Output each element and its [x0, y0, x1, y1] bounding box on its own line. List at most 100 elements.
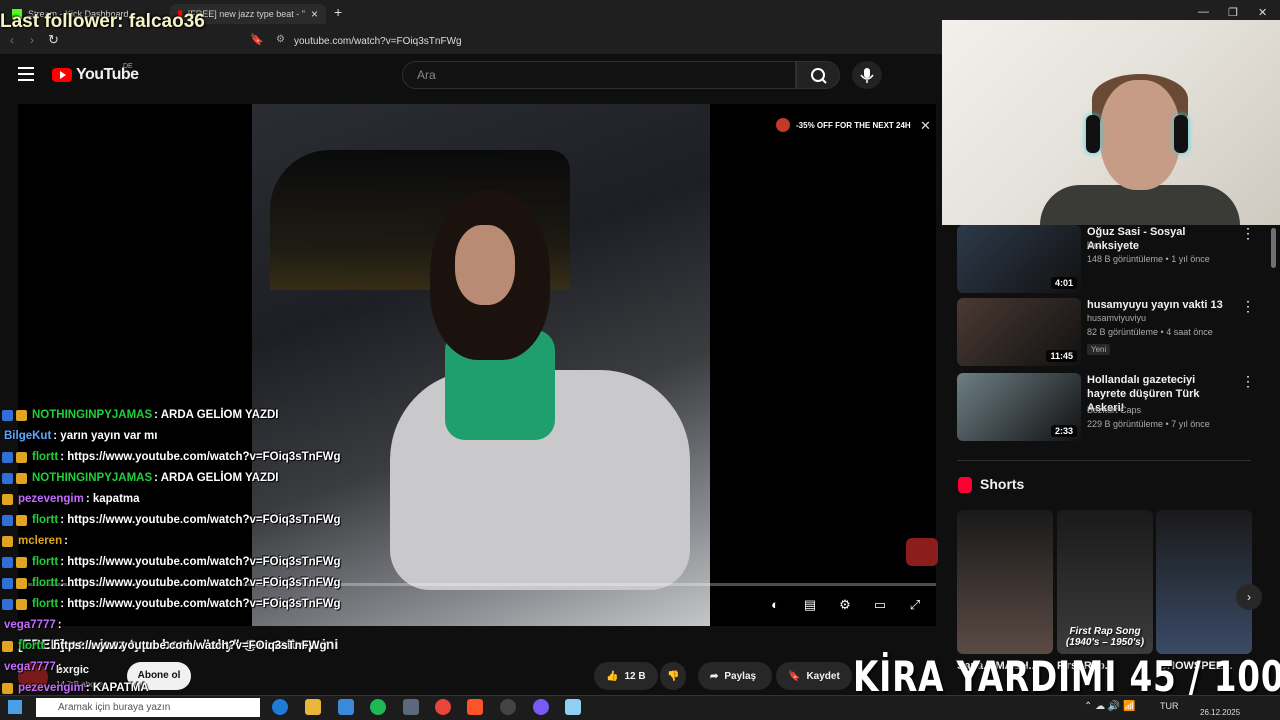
chat-badge-icon	[2, 682, 13, 694]
subtitles-icon[interactable]: ▤	[800, 597, 820, 613]
chat-badge-icon	[2, 640, 13, 652]
sidebar-scrollbar[interactable]	[1271, 228, 1276, 268]
settings-gear-icon[interactable]: ⚙	[835, 597, 855, 613]
back-icon[interactable]: ‹	[10, 33, 14, 47]
promo-close-icon[interactable]: ✕	[920, 118, 931, 134]
like-button[interactable]: 👍 12 B	[594, 662, 658, 690]
chat-username: BilgeKut	[4, 430, 52, 442]
chat-badge-icon	[2, 535, 13, 547]
chat-username: flortt	[32, 556, 59, 568]
chat-text: : https://www.youtube.com/watch?v=FOiq3s…	[60, 514, 341, 526]
recommended-video[interactable]: 2:33 Hollandalı gazeteciyi hayrete düşüre…	[957, 373, 1267, 443]
chrome-icon[interactable]	[435, 699, 451, 715]
video-duration: 11:45	[1046, 350, 1077, 362]
edge-browser-icon[interactable]	[272, 699, 288, 715]
url-field[interactable]: ⚙ youtube.com/watch?v=FOiq3sTnFWg	[270, 30, 950, 52]
spotify-icon[interactable]	[370, 699, 386, 715]
chat-text: : ARDA GELİOM YAZDI	[154, 409, 279, 421]
taskbar-date[interactable]: 26.12.2025	[1200, 708, 1240, 717]
calculator-icon[interactable]	[403, 699, 419, 715]
chat-message: flortt : https://www.youtube.com/watch?v…	[2, 577, 341, 589]
chat-text: : yarın yayın var mı	[53, 430, 158, 442]
chat-message: pezevengim : kapatma	[2, 493, 140, 505]
microphone-icon	[860, 68, 874, 83]
store-icon[interactable]	[338, 699, 354, 715]
chat-text: : https://www.youtube.com/watch?v=FOiq3s…	[60, 556, 341, 568]
close-tab-icon[interactable]: ×	[311, 7, 318, 21]
windows-start-icon[interactable]	[8, 700, 22, 714]
chat-text: : https://www.youtube.com/watch?v=FOiq3s…	[60, 451, 341, 463]
chat-username: mcleren	[18, 535, 63, 547]
brave-icon[interactable]	[467, 699, 483, 715]
dislike-button[interactable]: 👎	[660, 662, 686, 690]
youtube-play-icon	[52, 68, 72, 82]
chat-badge-icon	[2, 493, 13, 505]
video-thumbnail[interactable]: 2:33	[957, 373, 1081, 441]
chat-text: : https://www.youtube.com/watch?v=FOiq3s…	[46, 640, 327, 652]
chat-badge-icon	[2, 451, 13, 463]
share-button[interactable]: ➦ Paylaş	[698, 662, 772, 690]
chat-badge-icon	[2, 598, 13, 610]
notes-icon[interactable]	[565, 699, 581, 715]
system-tray-icons[interactable]: ⌃ ☁ 🔊 📶	[1084, 701, 1136, 712]
video-channel[interactable]: luci	[1087, 240, 1101, 250]
search-button[interactable]	[796, 61, 840, 89]
short-caption: First Rap Song (1940's – 1950's)	[1065, 626, 1145, 648]
close-window-button[interactable]: ✕	[1258, 6, 1267, 19]
short-thumbnail[interactable]	[957, 510, 1053, 654]
video-watermark-logo	[906, 538, 938, 566]
minimize-button[interactable]: —	[1198, 6, 1209, 18]
language-indicator[interactable]: TUR	[1160, 701, 1179, 711]
new-tab-button[interactable]: +	[334, 4, 342, 20]
region-code: DE	[123, 63, 133, 70]
short-thumbnail[interactable]: First Rap Song (1940's – 1950's)	[1057, 510, 1153, 654]
save-button[interactable]: 🔖 Kaydet	[776, 662, 852, 690]
chat-message: flortt : https://www.youtube.com/watch?v…	[2, 556, 341, 568]
chat-username: flortt	[32, 514, 59, 526]
chat-username: flortt	[18, 640, 45, 652]
more-options-icon[interactable]: ⋮	[1241, 298, 1255, 315]
theater-mode-icon[interactable]: ▭	[870, 597, 890, 613]
obs-icon[interactable]	[500, 699, 516, 715]
file-explorer-icon[interactable]	[305, 699, 321, 715]
shorts-next-chevron-icon[interactable]: ›	[1236, 584, 1262, 610]
discord-icon[interactable]	[533, 699, 549, 715]
video-thumbnail[interactable]: 11:45	[957, 298, 1081, 366]
taskbar-search-input[interactable]: Aramak için buraya yazın	[36, 698, 260, 717]
chat-badge-icon	[16, 451, 27, 463]
chat-message: flortt : https://www.youtube.com/watch?v…	[2, 451, 341, 463]
fullscreen-icon[interactable]: ⤢	[905, 597, 925, 613]
short-thumbnail[interactable]	[1156, 510, 1252, 654]
more-options-icon[interactable]: ⋮	[1241, 373, 1255, 390]
chat-text: : KAPATMA	[85, 682, 149, 694]
restore-button[interactable]: ❐	[1228, 6, 1238, 19]
chat-username: vega7777	[4, 661, 56, 673]
last-follower-overlay: Last follower: falcao36	[0, 11, 205, 32]
autoplay-toggle-icon[interactable]: ◐	[765, 597, 785, 613]
voice-search-button[interactable]	[852, 61, 882, 89]
chat-username: NOTHINGINPYJAMAS	[32, 472, 153, 484]
save-label: Kaydet	[806, 670, 840, 682]
chat-text: : kapatma	[85, 493, 140, 505]
video-channel[interactable]: Bozkurt Caps	[1087, 405, 1141, 415]
hamburger-menu-icon[interactable]	[18, 67, 34, 81]
chat-text: : https://www.youtube.com/watch?v=FOiq3s…	[60, 577, 341, 589]
video-thumbnail[interactable]: 4:01	[957, 225, 1081, 293]
chat-message: flortt : https://www.youtube.com/watch?v…	[2, 514, 341, 526]
chat-text: : ARDA GELİOM YAZDI	[154, 472, 279, 484]
thumbs-up-icon: 👍	[606, 670, 619, 682]
recommended-video[interactable]: 11:45 husamyuyu yayın vakti 13 husamviyuvi…	[957, 298, 1267, 368]
more-options-icon[interactable]: ⋮	[1241, 225, 1255, 242]
video-title[interactable]: husamyuyu yayın vakti 13	[1087, 298, 1237, 312]
recommended-video[interactable]: 4:01 Oğuz Sasi - Sosyal Anksiyete luci 148 …	[957, 225, 1267, 295]
site-info-icon[interactable]: ⚙	[276, 34, 285, 45]
video-channel[interactable]: husamviyuviyu	[1087, 313, 1146, 323]
forward-icon[interactable]: ›	[30, 33, 34, 47]
search-input[interactable]: Ara	[402, 61, 796, 89]
chat-message: pezevengim : KAPATMA	[2, 682, 149, 694]
promo-badge-icon	[776, 118, 790, 132]
video-title[interactable]: Oğuz Sasi - Sosyal Anksiyete	[1087, 225, 1237, 253]
reload-icon[interactable]: ↻	[48, 32, 59, 48]
bookmark-icon[interactable]: 🔖	[250, 33, 264, 46]
video-promo-banner[interactable]: -35% OFF FOR THE NEXT 24H	[776, 118, 911, 132]
